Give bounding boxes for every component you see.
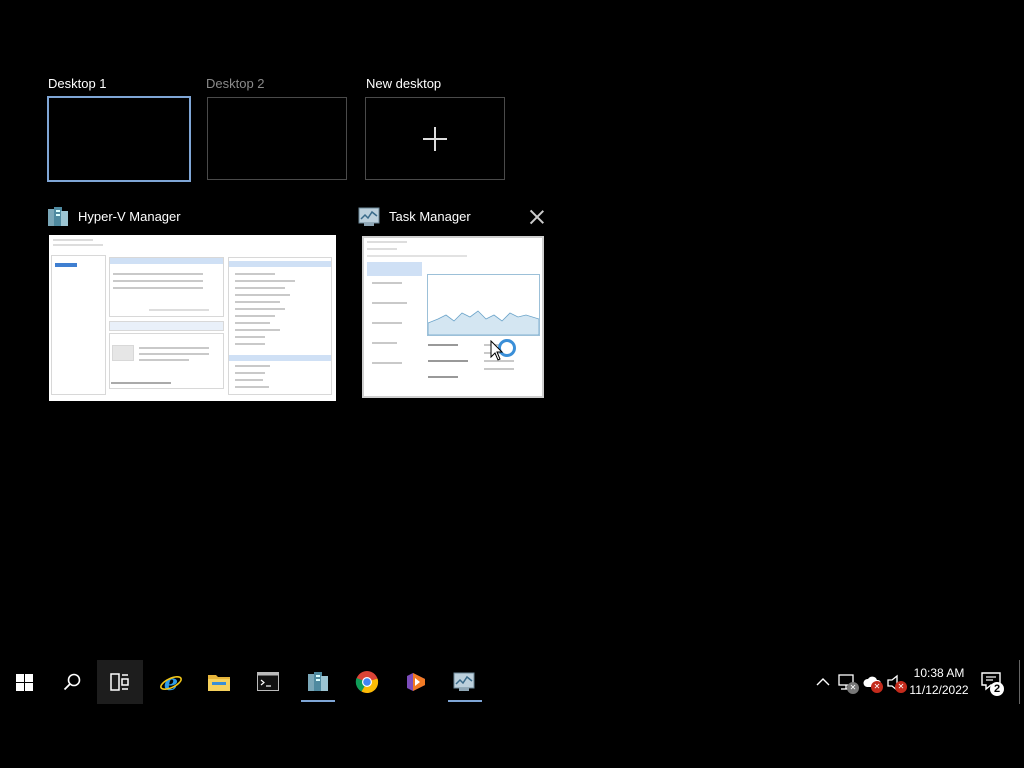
visual-studio-button[interactable]: [393, 660, 439, 704]
close-icon[interactable]: [529, 209, 545, 225]
onedrive-status[interactable]: ✕: [862, 673, 884, 693]
task-manager-thumbnail[interactable]: [362, 236, 544, 398]
desktop-1-thumbnail[interactable]: [47, 96, 191, 182]
new-desktop-button[interactable]: [365, 97, 505, 180]
action-center-button[interactable]: 2: [980, 670, 1006, 696]
hyper-v-manager-icon: [308, 672, 328, 691]
chrome-button[interactable]: [344, 660, 390, 704]
internet-explorer-button[interactable]: e: [148, 660, 194, 704]
desktop-2-thumbnail[interactable]: [207, 97, 347, 180]
hyper-v-manager-icon: [46, 205, 70, 229]
search-button[interactable]: [49, 660, 95, 704]
show-desktop-button[interactable]: [1019, 660, 1020, 704]
svg-text:e: e: [164, 670, 178, 694]
search-icon: [63, 673, 81, 691]
folder-icon: [208, 675, 230, 691]
network-status[interactable]: ✕: [838, 673, 859, 694]
hyper-v-manager-thumbnail[interactable]: [49, 235, 336, 401]
command-prompt-button[interactable]: [245, 660, 291, 704]
task-manager-button[interactable]: [442, 660, 488, 704]
hyper-v-manager-title: Hyper-V Manager: [78, 209, 181, 224]
visual-studio-icon: [407, 673, 425, 691]
windows-logo-icon: [16, 674, 33, 691]
plus-icon: [423, 126, 447, 151]
hyper-v-manager-button[interactable]: [295, 660, 341, 704]
task-view-icon: [110, 673, 129, 691]
task-manager-icon: [453, 672, 475, 691]
onedrive-error-icon: ✕: [871, 681, 883, 693]
network-warning-icon: ✕: [847, 682, 859, 694]
clock-time: 10:38 AM: [913, 666, 965, 680]
taskbar: e ✕ ✕ ✕ 10:38 AM 11/12/2022 2: [0, 660, 1024, 704]
mouse-cursor-icon: [490, 339, 504, 362]
chevron-up-icon: [816, 678, 830, 686]
task-view-button[interactable]: [97, 660, 143, 704]
new-desktop-label: New desktop: [366, 76, 442, 91]
chrome-icon: [355, 671, 379, 694]
task-manager-icon: [358, 206, 382, 228]
internet-explorer-icon: e: [160, 670, 182, 694]
start-button[interactable]: [1, 660, 47, 704]
task-manager-title: Task Manager: [389, 209, 471, 224]
show-hidden-icons-button[interactable]: [814, 673, 832, 691]
desktop-2-label: Desktop 2: [206, 76, 265, 91]
desktop-1-label: Desktop 1: [48, 76, 107, 91]
file-explorer-button[interactable]: [196, 660, 242, 704]
clock-date: 11/12/2022: [909, 683, 969, 697]
clock[interactable]: 10:38 AM 11/12/2022: [904, 665, 974, 699]
notification-count-badge: 2: [990, 682, 1004, 696]
command-prompt-icon: [257, 672, 279, 691]
